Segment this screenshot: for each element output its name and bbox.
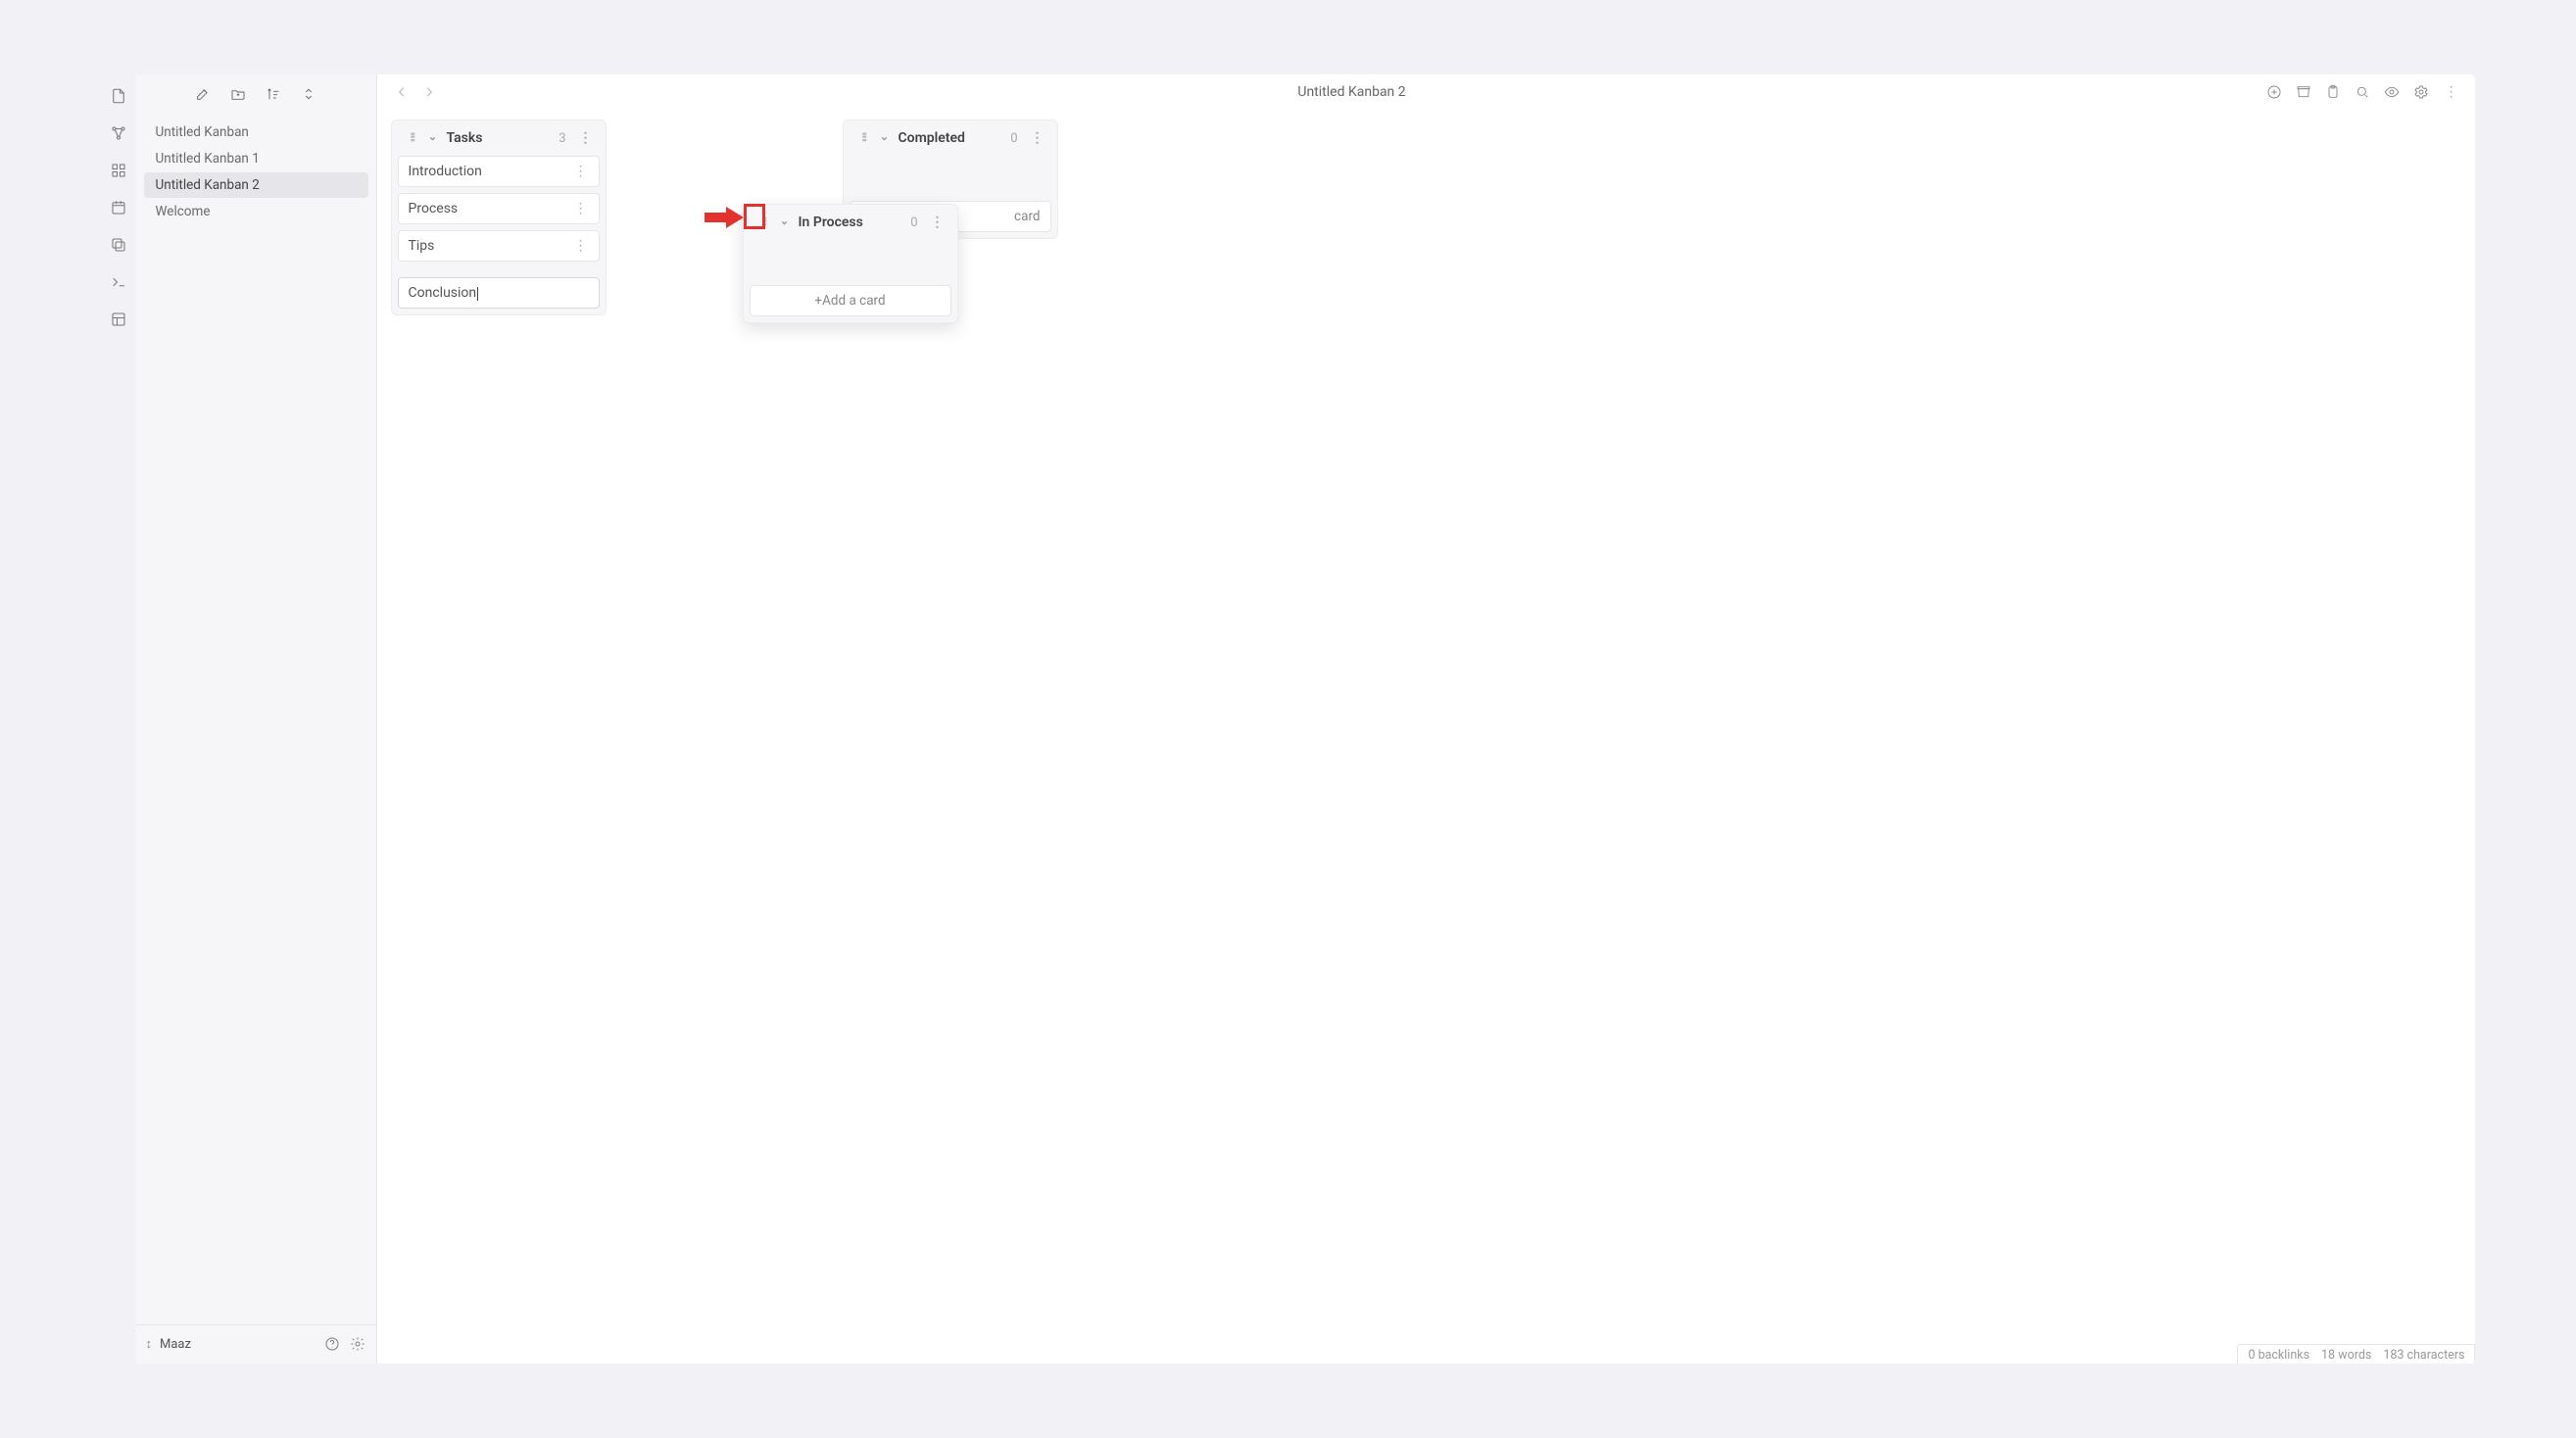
column-tasks: Tasks 3 Introduction Process Tips xyxy=(391,120,607,315)
column-more-icon[interactable] xyxy=(1030,130,1045,146)
card-more-icon[interactable] xyxy=(573,238,589,254)
copy-icon[interactable] xyxy=(109,235,128,255)
drag-handle-icon[interactable] xyxy=(855,130,871,146)
settings-icon[interactable] xyxy=(349,1335,366,1353)
collapse-icon[interactable] xyxy=(777,215,793,230)
drag-handle-icon[interactable] xyxy=(404,130,419,146)
compose-icon[interactable] xyxy=(194,85,212,103)
archive-icon[interactable] xyxy=(2295,83,2312,101)
add-icon[interactable] xyxy=(2265,83,2283,101)
add-card-button[interactable]: +Add a card xyxy=(750,285,951,316)
file-icon[interactable] xyxy=(109,86,128,106)
column-more-icon[interactable] xyxy=(930,215,946,230)
card-title: Process xyxy=(409,201,459,216)
annotation-arrow-icon xyxy=(705,205,744,230)
calendar-icon[interactable] xyxy=(109,198,128,217)
column-header-completed: Completed 0 xyxy=(850,126,1051,150)
column-count: 3 xyxy=(559,131,571,146)
status-characters: 183 characters xyxy=(2383,1348,2464,1363)
card-title: Tips xyxy=(409,238,435,254)
sidebar-footer: Maaz xyxy=(136,1324,376,1364)
sidebar: Untitled Kanban Untitled Kanban 1 Untitl… xyxy=(136,74,377,1363)
main-area: Untitled Kanban 2 Tasks 3 xyxy=(377,74,2476,1363)
column-count: 0 xyxy=(910,216,923,230)
help-icon[interactable] xyxy=(323,1335,341,1353)
main-header: Untitled Kanban 2 xyxy=(377,74,2476,110)
sidebar-item-untitled-kanban-1[interactable]: Untitled Kanban 1 xyxy=(144,146,368,171)
terminal-icon[interactable] xyxy=(109,272,128,292)
sidebar-toolbar xyxy=(136,74,376,114)
layout-icon[interactable] xyxy=(109,310,128,329)
new-card-text: Conclusion xyxy=(409,285,477,301)
card-introduction[interactable]: Introduction xyxy=(398,156,600,187)
drag-handle-icon[interactable] xyxy=(755,215,771,230)
sidebar-item-untitled-kanban-2[interactable]: Untitled Kanban 2 xyxy=(144,172,368,198)
add-card-fragment: card xyxy=(1014,209,1040,224)
column-in-process-dragging[interactable]: In Process 0 +Add a card xyxy=(743,204,958,323)
column-header-in-process: In Process 0 xyxy=(750,211,951,234)
card-process[interactable]: Process xyxy=(398,193,600,224)
column-title: In Process xyxy=(799,215,863,230)
card-tips[interactable]: Tips xyxy=(398,230,600,262)
column-header-tasks: Tasks 3 xyxy=(398,126,600,150)
icon-rail xyxy=(101,74,136,1363)
page-list: Untitled Kanban Untitled Kanban 1 Untitl… xyxy=(136,114,376,1323)
card-more-icon[interactable] xyxy=(573,164,589,179)
gear-icon[interactable] xyxy=(2412,83,2430,101)
column-title: Completed xyxy=(899,130,965,146)
sidebar-item-untitled-kanban[interactable]: Untitled Kanban xyxy=(144,120,368,145)
sidebar-item-welcome[interactable]: Welcome xyxy=(144,199,368,224)
nav-back-icon[interactable] xyxy=(393,83,411,101)
card-more-icon[interactable] xyxy=(573,201,589,216)
collapse-icon[interactable] xyxy=(877,130,893,146)
new-card-input[interactable]: Conclusion xyxy=(398,277,600,309)
status-backlinks: 0 backlinks xyxy=(2248,1348,2309,1363)
clipboard-icon[interactable] xyxy=(2324,83,2342,101)
search-icon[interactable] xyxy=(2354,83,2371,101)
collapse-expand-icon[interactable] xyxy=(300,85,317,103)
user-expand-icon[interactable] xyxy=(146,1336,153,1352)
sort-icon[interactable] xyxy=(265,85,282,103)
collapse-icon[interactable] xyxy=(425,130,441,146)
page-title: Untitled Kanban 2 xyxy=(1297,84,1405,100)
column-more-icon[interactable] xyxy=(578,130,594,146)
user-name: Maaz xyxy=(160,1337,191,1352)
header-actions xyxy=(2265,83,2459,101)
status-words: 18 words xyxy=(2321,1348,2371,1363)
app-shell: Untitled Kanban Untitled Kanban 1 Untitl… xyxy=(101,74,2476,1363)
column-count: 0 xyxy=(1010,131,1023,146)
more-icon[interactable] xyxy=(2442,83,2459,101)
view-icon[interactable] xyxy=(2383,83,2401,101)
new-folder-icon[interactable] xyxy=(229,85,247,103)
grid-icon[interactable] xyxy=(109,161,128,180)
card-title: Introduction xyxy=(409,164,482,179)
kanban-board: Tasks 3 Introduction Process Tips xyxy=(377,110,2476,1363)
column-title: Tasks xyxy=(447,130,483,146)
status-bar: 0 backlinks 18 words 183 characters xyxy=(2237,1344,2475,1364)
graph-icon[interactable] xyxy=(109,123,128,143)
nav-forward-icon[interactable] xyxy=(420,83,438,101)
